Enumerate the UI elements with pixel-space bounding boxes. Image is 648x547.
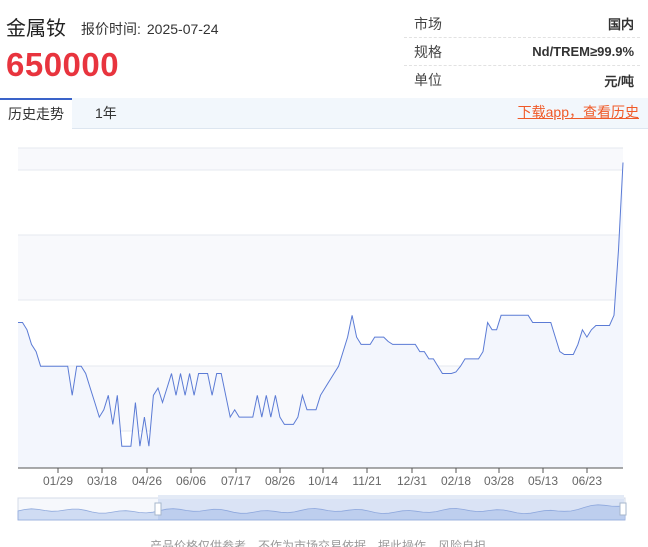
current-price: 650000 bbox=[6, 46, 120, 83]
x-tick-label: 08/26 bbox=[265, 474, 295, 488]
tab-history-trend[interactable]: 历史走势 bbox=[0, 98, 72, 129]
disclaimer-note: 产品价格仅供参考，不作为市场交易依据，据此操作，风险自担。 bbox=[149, 539, 498, 547]
quote-time: 报价时间: 2025-07-24 bbox=[81, 19, 219, 39]
spec-row-unit: 单位 元/吨 bbox=[404, 66, 640, 94]
download-app-link[interactable]: 下载app，查看历史 bbox=[518, 98, 639, 127]
grid-band bbox=[18, 235, 623, 300]
spec-key: 市场 bbox=[414, 15, 442, 32]
zoom-handle-left[interactable] bbox=[154, 502, 162, 516]
x-tick-label: 01/29 bbox=[43, 474, 73, 488]
x-tick-label: 11/21 bbox=[352, 474, 381, 488]
spec-value: Nd/TREM≥99.9% bbox=[532, 44, 634, 59]
quote-header: 金属钕 报价时间: 2025-07-24 650000 市场 国内 规格 Nd/T… bbox=[0, 0, 648, 97]
x-axis-ticks: 01/29 03/18 04/26 06/06 07/17 08/26 10/14 11/21… bbox=[43, 468, 602, 488]
spec-table: 市场 国内 规格 Nd/TREM≥99.9% 单位 元/吨 bbox=[404, 10, 640, 94]
quote-time-label: 报价时间: bbox=[81, 21, 141, 37]
x-tick-label: 12/31 bbox=[397, 474, 427, 488]
data-zoom-slider[interactable] bbox=[17, 495, 627, 521]
x-tick-label: 04/26 bbox=[132, 474, 162, 488]
x-tick-label: 03/28 bbox=[484, 474, 514, 488]
zoom-selected-range[interactable] bbox=[158, 498, 624, 520]
x-tick-label: 03/18 bbox=[87, 474, 117, 488]
zoom-drag-bar[interactable] bbox=[158, 495, 624, 499]
quote-time-value: 2025-07-24 bbox=[146, 21, 219, 37]
spec-key: 单位 bbox=[414, 72, 442, 88]
x-tick-label: 05/13 bbox=[528, 474, 558, 488]
spec-key: 规格 bbox=[414, 43, 442, 60]
x-tick-label: 10/14 bbox=[308, 474, 338, 488]
grid-band bbox=[18, 148, 623, 170]
zoom-handle-right[interactable] bbox=[619, 502, 627, 516]
tab-one-year[interactable]: 1年 bbox=[95, 98, 117, 129]
x-tick-label: 02/18 bbox=[441, 474, 471, 488]
spec-value: 国内 bbox=[607, 17, 634, 32]
spec-value: 元/吨 bbox=[604, 73, 634, 89]
chart-tabbar: 历史走势 1年 下载app，查看历史 bbox=[0, 98, 648, 129]
spec-row-specification: 规格 Nd/TREM≥99.9% bbox=[404, 38, 640, 66]
spec-row-market: 市场 国内 bbox=[404, 10, 640, 38]
price-area bbox=[18, 162, 623, 468]
x-tick-label: 06/06 bbox=[176, 474, 206, 488]
x-tick-label: 07/17 bbox=[221, 474, 251, 488]
price-line-chart: 01/29 03/18 04/26 06/06 07/17 08/26 10/14 11/21… bbox=[17, 147, 627, 521]
x-tick-label: 06/23 bbox=[572, 474, 602, 488]
product-name: 金属钕 bbox=[6, 18, 66, 40]
